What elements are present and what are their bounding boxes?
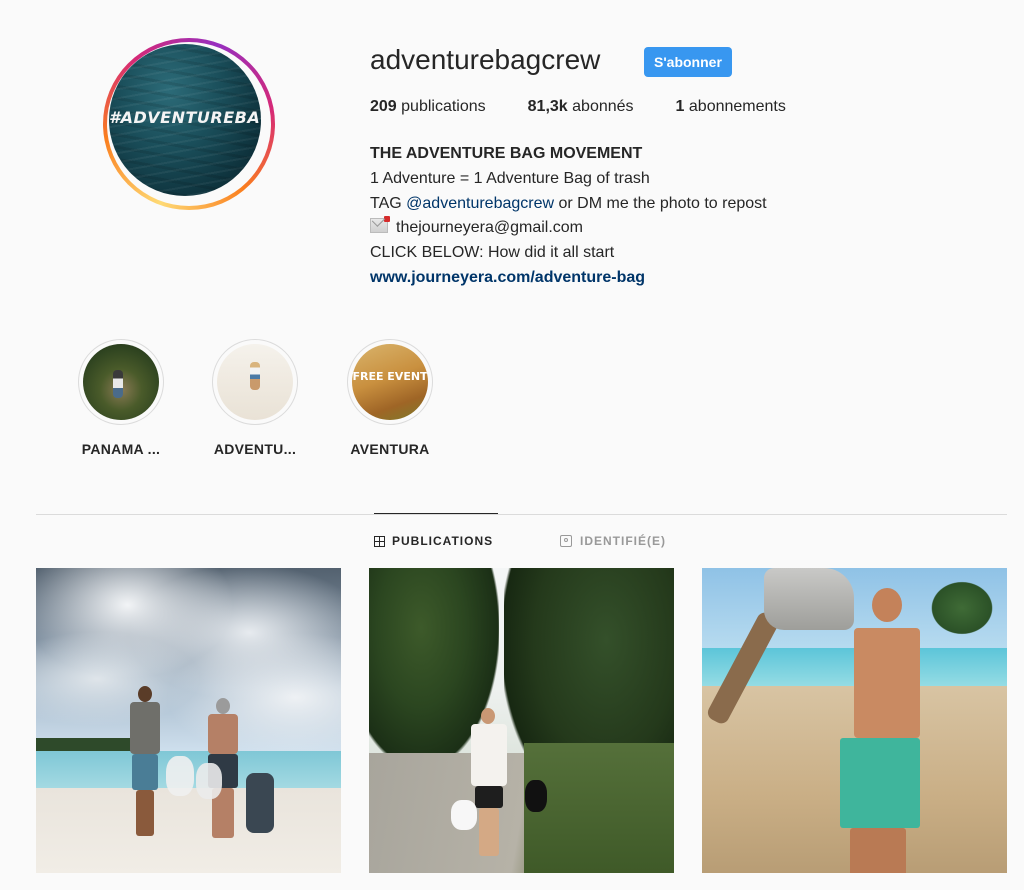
highlight-jungle-photo [83, 344, 159, 420]
stat-posts: 209 publications [370, 98, 486, 116]
trash-bag [166, 756, 194, 796]
trash-bag [246, 773, 274, 833]
following-label: abonnements [688, 98, 786, 115]
highlight-label: PANAMA ... [81, 441, 161, 457]
post-tile[interactable] [36, 568, 341, 873]
bio-website-link[interactable]: www.journeyera.com/adventure-bag [370, 266, 767, 291]
stat-followers[interactable]: 81,3k abonnés [528, 98, 634, 116]
followers-count: 81,3k [527, 98, 568, 115]
following-count: 1 [675, 98, 685, 115]
tab-publications[interactable]: PUBLICATIONS [374, 534, 493, 548]
post-tile[interactable] [369, 568, 674, 873]
active-tab-indicator [374, 513, 498, 514]
bio-title: THE ADVENTURE BAG MOVEMENT [370, 145, 643, 162]
follow-button[interactable]: S'abonner [644, 47, 732, 77]
trash-bag [451, 800, 477, 830]
bio-mention-link[interactable]: @adventurebagcrew [406, 195, 554, 212]
stat-following[interactable]: 1 abonnements [676, 98, 786, 116]
bio-email-line: thejourneyera@gmail.com [370, 216, 767, 241]
trash-bag [525, 780, 547, 812]
tagged-user-icon [560, 535, 572, 547]
avatar-hashtag-text: #ADVENTUREBAG [109, 108, 261, 127]
profile-stats: 209 publications 81,3k abonnés 1 abonnem… [370, 98, 828, 116]
highlight-event-text: FREE EVENT [352, 370, 428, 383]
highlight-aventura[interactable]: FREE EVENT AVENTURA [330, 339, 450, 457]
highlight-event-photo: FREE EVENT [352, 344, 428, 420]
tab-tagged[interactable]: IDENTIFIÉ(E) [560, 534, 666, 548]
bio-email: thejourneyera@gmail.com [396, 219, 583, 237]
bio-line-4: CLICK BELOW: How did it all start [370, 244, 615, 262]
tab-tagged-label: IDENTIFIÉ(E) [580, 534, 666, 548]
highlight-label: ADVENTU... [213, 441, 297, 457]
bio-line-2: TAG @adventurebagcrew or DM me the photo… [370, 194, 767, 212]
followers-label: abonnés [572, 98, 634, 115]
profile-username: adventurebagcrew [370, 44, 601, 75]
profile-page: #ADVENTUREBAG adventurebagcrew S'abonner… [0, 0, 1024, 890]
avatar-image: #ADVENTUREBAG [109, 44, 261, 196]
posts-label: publications [401, 98, 486, 115]
post-tile[interactable] [702, 568, 1007, 873]
highlight-beach-photo [217, 344, 293, 420]
bio-line-1: 1 Adventure = 1 Adventure Bag of trash [370, 169, 650, 187]
trash-bag [764, 568, 854, 630]
tab-publications-label: PUBLICATIONS [392, 534, 494, 548]
highlight-adventure[interactable]: ADVENTU... [195, 339, 315, 457]
highlight-panama[interactable]: PANAMA ... [61, 339, 181, 457]
trash-bag [196, 763, 222, 799]
posts-count: 209 [370, 98, 397, 115]
highlight-label: AVENTURA [350, 441, 430, 457]
grid-icon [374, 535, 385, 547]
envelope-icon [370, 216, 390, 234]
profile-avatar[interactable]: #ADVENTUREBAG [103, 38, 275, 210]
profile-bio: THE ADVENTURE BAG MOVEMENT 1 Adventure =… [370, 142, 767, 291]
tabs-divider [36, 514, 1007, 515]
